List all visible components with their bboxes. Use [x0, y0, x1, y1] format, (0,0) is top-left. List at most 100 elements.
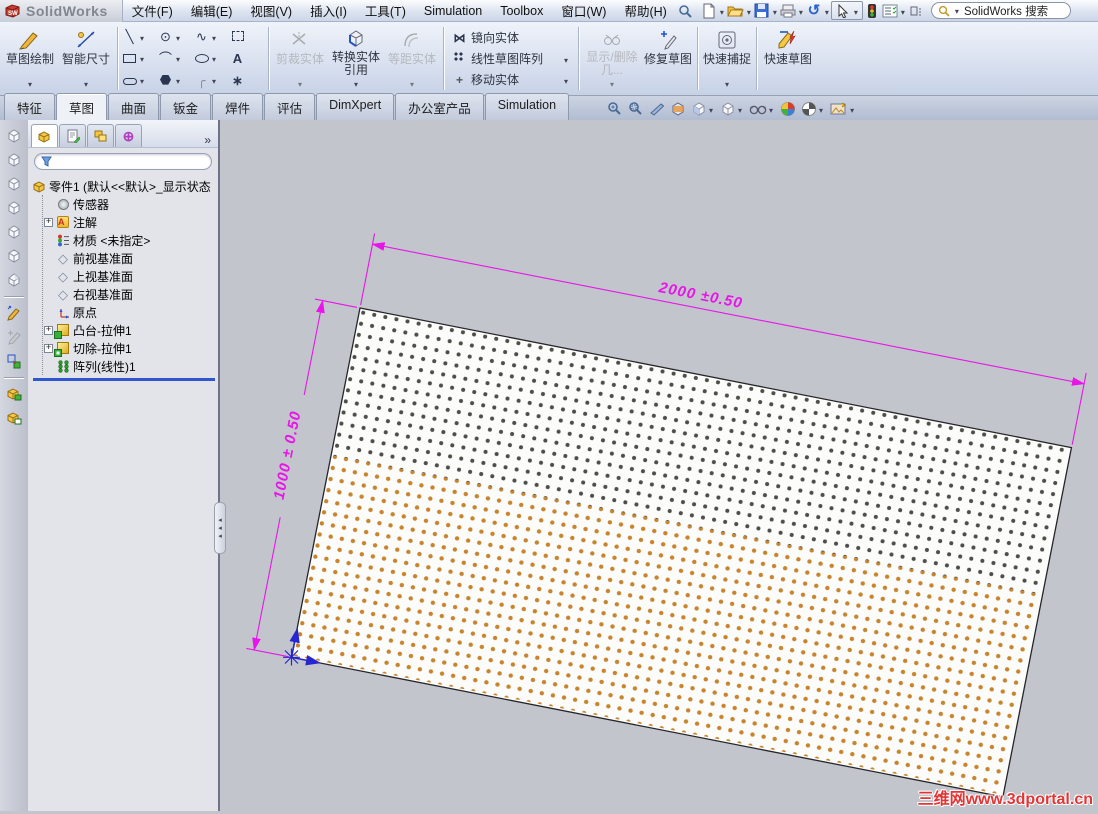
view-settings-caret-icon[interactable]	[850, 102, 854, 116]
options-caret-icon[interactable]	[901, 4, 905, 18]
move-caret-icon[interactable]	[564, 73, 568, 87]
sketch-3d-tool-icon[interactable]	[6, 326, 22, 348]
panel-tabs-overflow-icon[interactable]: »	[200, 133, 215, 147]
menu-help[interactable]: 帮助(H)	[615, 0, 675, 23]
select-caret-icon[interactable]	[854, 4, 858, 18]
tab-configurationmanager[interactable]	[87, 124, 114, 147]
spline-caret-icon[interactable]	[212, 30, 216, 44]
dimension-height-text[interactable]: 1000 ± 0.50	[271, 409, 305, 501]
save-caret-icon[interactable]	[773, 4, 777, 18]
line-tool[interactable]: ╲	[121, 29, 157, 44]
point-tool[interactable]: ∗	[229, 73, 265, 88]
tab-featuremanager[interactable]	[31, 124, 58, 147]
tab-sheet-metal[interactable]: 钣金	[160, 93, 212, 120]
undo-icon[interactable]: ↺	[805, 1, 823, 21]
tab-evaluate[interactable]: 评估	[264, 93, 316, 120]
fillet-tool[interactable]: ╭	[193, 73, 229, 88]
apply-scene-caret-icon[interactable]	[819, 102, 823, 116]
rectangle-caret-icon[interactable]	[140, 51, 144, 65]
quick-snaps-caret-icon[interactable]	[725, 77, 729, 93]
save-icon[interactable]	[753, 1, 771, 21]
expand-icon[interactable]	[44, 217, 53, 227]
tree-item-material[interactable]: 材质 <未指定>	[44, 231, 218, 249]
menu-window[interactable]: 窗口(W)	[552, 0, 615, 23]
offset-entities-button[interactable]: 等距实体	[384, 24, 440, 93]
apply-scene-icon[interactable]	[800, 99, 826, 119]
print-caret-icon[interactable]	[799, 4, 803, 18]
tree-item-origin[interactable]: 原点	[44, 303, 218, 321]
circle-caret-icon[interactable]	[176, 30, 180, 44]
search-flyout-icon[interactable]	[676, 1, 694, 21]
tree-item-boss-extrude1[interactable]: 凸台-拉伸1	[44, 321, 218, 339]
tab-propertymanager[interactable]	[59, 124, 86, 147]
tab-dimxpertmanager[interactable]: ⊕	[115, 124, 142, 147]
menu-toolbox[interactable]: Toolbox	[491, 1, 552, 21]
trim-entities-button[interactable]: 剪裁实体	[272, 24, 328, 93]
trim-caret-icon[interactable]	[298, 77, 302, 93]
tree-item-linear-pattern1[interactable]: 阵列(线性)1	[44, 357, 218, 375]
mirror-entities-button[interactable]: ⋈ 镜向实体	[449, 28, 573, 47]
previous-view-icon[interactable]	[648, 99, 666, 119]
rollback-bar[interactable]	[33, 378, 215, 381]
open-file-icon[interactable]	[726, 1, 745, 21]
text-tool[interactable]: A	[229, 51, 265, 66]
tree-item-sensors[interactable]: 传感器	[44, 195, 218, 213]
zoom-area-icon[interactable]	[627, 99, 645, 119]
view-front-icon[interactable]	[6, 125, 22, 147]
circle-tool[interactable]: ⊙	[157, 29, 193, 44]
view-orientation-caret-icon[interactable]	[709, 102, 713, 116]
sketch-tool-icon[interactable]	[6, 302, 22, 324]
ellipse-tool[interactable]	[193, 51, 229, 66]
convert-entities-button[interactable]: 转换实体引用	[328, 24, 384, 93]
menu-insert[interactable]: 插入(I)	[301, 0, 356, 23]
rapid-sketch-button[interactable]: 快速草图	[760, 24, 816, 93]
select-tool[interactable]	[830, 1, 863, 20]
derived-sketch-icon[interactable]	[6, 350, 22, 372]
expand-icon[interactable]	[44, 325, 53, 335]
polygon-caret-icon[interactable]	[176, 73, 180, 87]
tab-weldments[interactable]: 焊件	[212, 93, 264, 120]
quick-snaps-button[interactable]: 快速捕捉	[701, 24, 753, 93]
spline-tool[interactable]: ∿	[193, 29, 229, 44]
display-style-caret-icon[interactable]	[738, 102, 742, 116]
view-back-icon[interactable]	[6, 149, 22, 171]
menu-edit[interactable]: 编辑(E)	[182, 0, 242, 23]
tree-filter-input[interactable]	[34, 153, 212, 170]
view-right-icon[interactable]	[6, 197, 22, 219]
sketch-button[interactable]: 草图绘制	[2, 24, 58, 93]
menu-simulation[interactable]: Simulation	[415, 1, 491, 21]
linear-sketch-pattern-button[interactable]: 线性草图阵列	[449, 49, 573, 68]
tab-simulation[interactable]: Simulation	[484, 93, 570, 120]
tree-item-cut-extrude1[interactable]: 切除-拉伸1	[44, 339, 218, 357]
print-icon[interactable]	[779, 1, 797, 21]
new-file-icon[interactable]	[700, 1, 718, 21]
menu-view[interactable]: 视图(V)	[241, 0, 301, 23]
open-file-caret-icon[interactable]	[747, 4, 751, 18]
convert-caret-icon[interactable]	[354, 77, 358, 93]
performance-icon[interactable]	[863, 1, 881, 21]
selection-box-tool[interactable]	[229, 29, 265, 44]
toolbar-more-icon[interactable]	[907, 1, 925, 21]
expand-icon[interactable]	[44, 343, 53, 353]
tab-features[interactable]: 特征	[4, 93, 56, 120]
polygon-tool[interactable]	[157, 73, 193, 88]
tree-item-top-plane[interactable]: ◇ 上视基准面	[44, 267, 218, 285]
linear-pattern-caret-icon[interactable]	[564, 52, 568, 66]
panel-collapse-handle[interactable]	[214, 502, 226, 554]
sketch-caret-icon[interactable]	[28, 77, 32, 93]
view-left-icon[interactable]	[6, 173, 22, 195]
view-bottom-icon[interactable]	[6, 245, 22, 267]
display-delete-relations-button[interactable]: 显示/删除几...	[582, 24, 642, 93]
repair-sketch-button[interactable]: 修复草图	[642, 24, 694, 93]
tree-item-right-plane[interactable]: ◇ 右视基准面	[44, 285, 218, 303]
smart-dimension-button[interactable]: 智能尺寸	[58, 24, 114, 93]
new-file-caret-icon[interactable]	[720, 4, 724, 18]
line-caret-icon[interactable]	[140, 30, 144, 44]
sketch-canvas[interactable]: 2000 ±0.50 1000 ± 0.50	[222, 120, 1098, 811]
menu-tools[interactable]: 工具(T)	[356, 0, 415, 23]
hide-show-items-icon[interactable]	[748, 99, 776, 119]
edit-appearance-icon[interactable]	[779, 99, 797, 119]
smart-dimension-caret-icon[interactable]	[84, 77, 88, 93]
arc-caret-icon[interactable]	[176, 51, 180, 65]
hide-show-caret-icon[interactable]	[769, 102, 773, 116]
